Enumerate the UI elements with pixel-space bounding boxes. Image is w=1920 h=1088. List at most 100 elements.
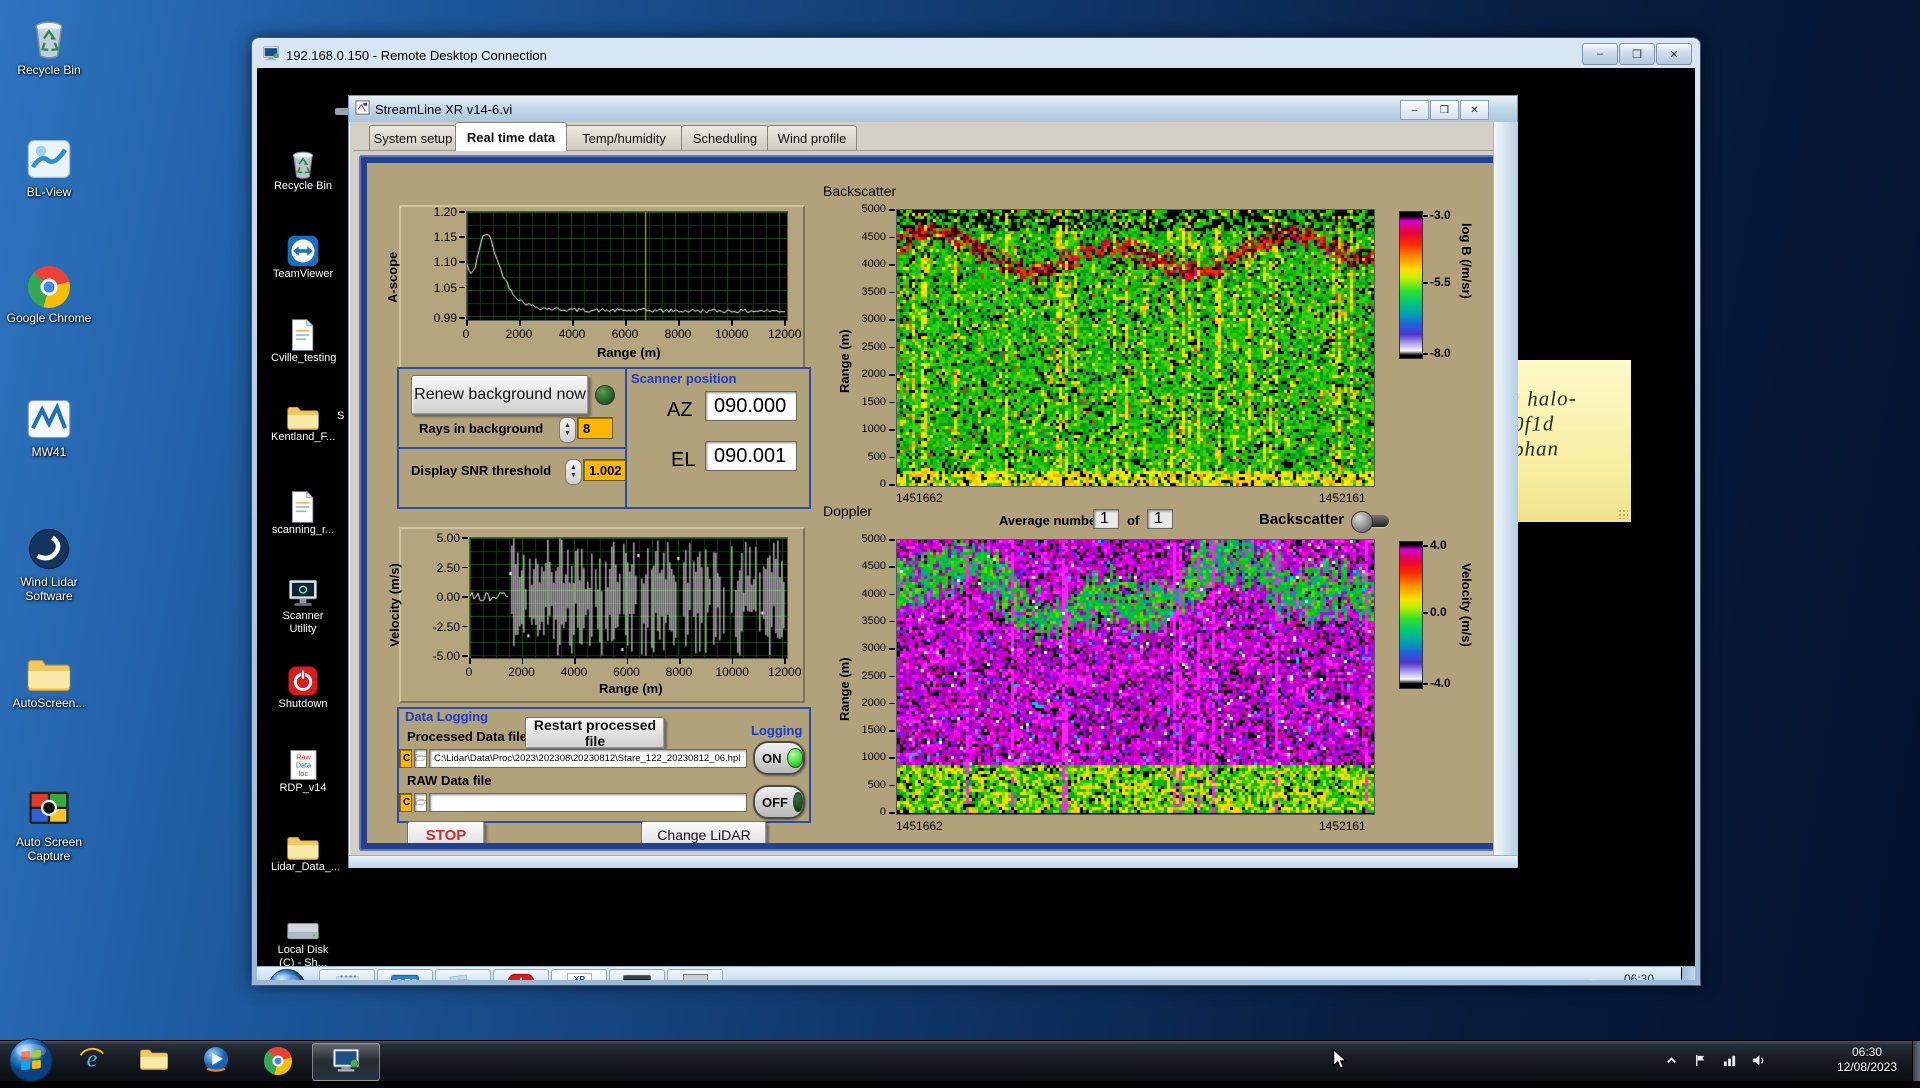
tray-chevron-up-icon[interactable] xyxy=(1664,1053,1679,1068)
desktop-icon-wind-lidar-software[interactable]: Wind Lidar Software xyxy=(6,526,92,603)
desktop-icon-auto-screen-capture[interactable]: Auto Screen Capture xyxy=(6,786,92,863)
remote-icon-scanner-utility[interactable]: Scanner Utility xyxy=(271,576,335,636)
sticky-note-resize-grip[interactable] xyxy=(1618,509,1628,519)
processed-drive-box[interactable]: C xyxy=(399,749,412,768)
velocity-xtick: 8000 xyxy=(665,665,693,679)
labview-titlebar[interactable]: StreamLine XR v14-6.vi xyxy=(349,96,1517,122)
snr-spinner[interactable]: ▲ ▼ xyxy=(565,459,582,485)
desktop-icon-label: AutoScreen... xyxy=(12,695,86,710)
taskbar-button-rdp-mon[interactable] xyxy=(312,1043,380,1081)
labview-close-button[interactable]: ✕ xyxy=(1460,100,1489,120)
remote-taskbar-button-notepad[interactable] xyxy=(319,969,375,980)
backscatter-cbar-tick-mark xyxy=(1423,215,1428,217)
desktop-icon-mw41[interactable]: MW41 xyxy=(6,396,92,459)
remote-icon-label: Lidar_Data_... xyxy=(271,861,341,874)
doppler-ytick: 2500 xyxy=(861,669,886,682)
restart-processed-file-button[interactable]: Restart processed file xyxy=(525,717,665,749)
change-lidar-settings-button[interactable]: Change LiDARSettings xyxy=(641,821,767,843)
maximize-button[interactable]: ❐ xyxy=(1619,43,1655,65)
chrome-icon xyxy=(264,1047,292,1075)
remote-icon-rdp-v14[interactable]: Raw Data loc RDP_v14 xyxy=(271,748,335,795)
host-clock[interactable]: 06:30 12/08/2023 xyxy=(1824,1045,1910,1075)
tray-speaker-icon[interactable] xyxy=(1751,1053,1766,1068)
ascope-xtick: 12000 xyxy=(768,327,802,341)
host-start-button[interactable] xyxy=(8,1037,54,1088)
remote-icon-shutdown[interactable]: Shutdown xyxy=(271,664,335,711)
desktop-icon-bl-view[interactable]: BL-View xyxy=(6,136,92,199)
ascope-ytick: 0.99 xyxy=(433,311,457,325)
remote-taskbar-button-shutdown[interactable] xyxy=(493,969,549,980)
remote-icon-local-disk-c-sh-[interactable]: Local Disk (C) - Sh... xyxy=(271,920,335,970)
tab-system-setup[interactable]: System setup xyxy=(369,125,457,150)
remote-taskbar-button-scan-sched[interactable]: Scansched xyxy=(667,969,723,980)
raw-path-field[interactable] xyxy=(429,793,747,812)
backscatter-display-toggle[interactable] xyxy=(1351,511,1389,533)
tray-flag-icon[interactable] xyxy=(1693,1053,1708,1068)
svg-text:XR: XR xyxy=(573,974,585,980)
average-number-field[interactable]: 1 xyxy=(1093,509,1119,529)
taskbar-button-mediaplayer[interactable] xyxy=(188,1043,244,1079)
tab-wind-profile[interactable]: Wind profile xyxy=(767,125,857,150)
ascope-xtick-mark xyxy=(678,320,680,326)
remote-show-desktop[interactable] xyxy=(1681,967,1695,980)
average-of-field[interactable]: 1 xyxy=(1147,509,1173,529)
remote-icon-lidar-data-[interactable]: Lidar_Data_... xyxy=(271,834,341,874)
remote-icon-teamviewer[interactable]: TeamViewer xyxy=(271,234,335,281)
rdc-window[interactable]: 192.168.0.150 - Remote Desktop Connectio… xyxy=(252,38,1700,985)
remote-icon-recycle-bin[interactable]: Recycle Bin xyxy=(271,146,335,193)
remote-tray-chevron-up-icon[interactable] xyxy=(1539,977,1553,980)
ascope-xtick: 2000 xyxy=(505,327,533,341)
remote-icon-scanning-r-[interactable]: scanning_r... xyxy=(271,490,335,537)
backscatter-x-end: 1452161 xyxy=(1319,491,1366,505)
tray-network-icon[interactable] xyxy=(1722,1053,1737,1068)
sticky-note-line: 0f1d xyxy=(1512,411,1555,436)
desktop-icon-autoscreen-[interactable]: AutoScreen... xyxy=(6,656,92,710)
remote-clock[interactable]: 06:30 12/08/2023 xyxy=(1599,972,1679,980)
taskbar-button-ie[interactable]: e xyxy=(64,1043,120,1079)
taskbar-button-explorer-folder[interactable] xyxy=(126,1043,182,1079)
remote-tray-speaker-icon[interactable] xyxy=(1563,977,1577,980)
taskbar-button-chrome[interactable] xyxy=(250,1043,306,1079)
close-button[interactable]: ✕ xyxy=(1656,43,1692,65)
processed-path-field[interactable]: C:\Lidar\Data\Proc\2023\202308\20230812\… xyxy=(429,749,747,768)
tab-real-time-data[interactable]: Real time data xyxy=(455,122,567,151)
labview-minimize-button[interactable]: – xyxy=(1400,100,1429,120)
el-field[interactable]: 090.001 xyxy=(705,441,797,471)
raw-drive-box[interactable]: C xyxy=(399,793,412,812)
remote-taskbar-button-cmd[interactable]: C:\_ xyxy=(609,969,665,980)
remote-taskbar-button-stickynotes[interactable] xyxy=(435,969,491,980)
labview-window[interactable]: StreamLine XR v14-6.vi – ❐ ✕ System setup R… xyxy=(348,95,1518,868)
sticky-note[interactable]: : halo- 0f1d phan xyxy=(1509,360,1631,522)
remote-icon-kentland-f-[interactable]: Kentland_F... xyxy=(271,404,335,444)
az-field[interactable]: 090.000 xyxy=(705,391,797,421)
tab-scheduling[interactable]: Scheduling xyxy=(681,125,769,150)
renew-background-button[interactable]: Renew background now xyxy=(411,375,589,415)
minimize-button[interactable]: – xyxy=(1582,43,1618,65)
processed-browse-icon[interactable]: 🗁 xyxy=(414,749,427,768)
remote-taskbar-button-display-settings[interactable] xyxy=(377,969,433,980)
rays-spinner[interactable]: ▲ ▼ xyxy=(559,417,576,443)
backscatter-ytick-mark xyxy=(889,291,895,293)
desktop-icon-google-chrome[interactable]: Google Chrome xyxy=(6,266,92,325)
raw-browse-icon[interactable]: 🗁 xyxy=(414,793,427,812)
doppler-ytick-mark xyxy=(889,757,895,759)
tab-temp-humidity[interactable]: Temp/humidity xyxy=(565,125,683,150)
rays-value-field[interactable]: 8 xyxy=(577,417,613,439)
remote-start-button[interactable] xyxy=(267,968,307,980)
remote-icon-cville-testing[interactable]: Cville_testing xyxy=(271,318,336,365)
host-show-desktop[interactable] xyxy=(1912,1041,1920,1081)
off-label: OFF xyxy=(762,794,788,810)
mw41-icon xyxy=(6,396,92,442)
stop-software-button[interactable]: STOPsoftware xyxy=(407,821,485,843)
host-desktop-icons: Recycle Bin BL-View Google Chrome MW41 Wind … xyxy=(6,0,102,1040)
processed-logging-toggle[interactable]: ON xyxy=(753,741,805,775)
backscatter-ytick-mark xyxy=(889,346,895,348)
rdc-titlebar[interactable]: 192.168.0.150 - Remote Desktop Connectio… xyxy=(262,44,547,66)
raw-logging-toggle[interactable]: OFF xyxy=(753,785,805,819)
remote-taskbar-button-xr-vi[interactable]: XR xyxy=(551,969,607,980)
ascope-xtick: 4000 xyxy=(558,327,586,341)
ascope-xtick-mark xyxy=(784,320,786,326)
remote-icon-label: RDP_v14 xyxy=(279,782,327,794)
labview-maximize-button[interactable]: ❐ xyxy=(1430,100,1459,120)
desktop-icon-recycle-bin[interactable]: Recycle Bin xyxy=(6,14,92,77)
